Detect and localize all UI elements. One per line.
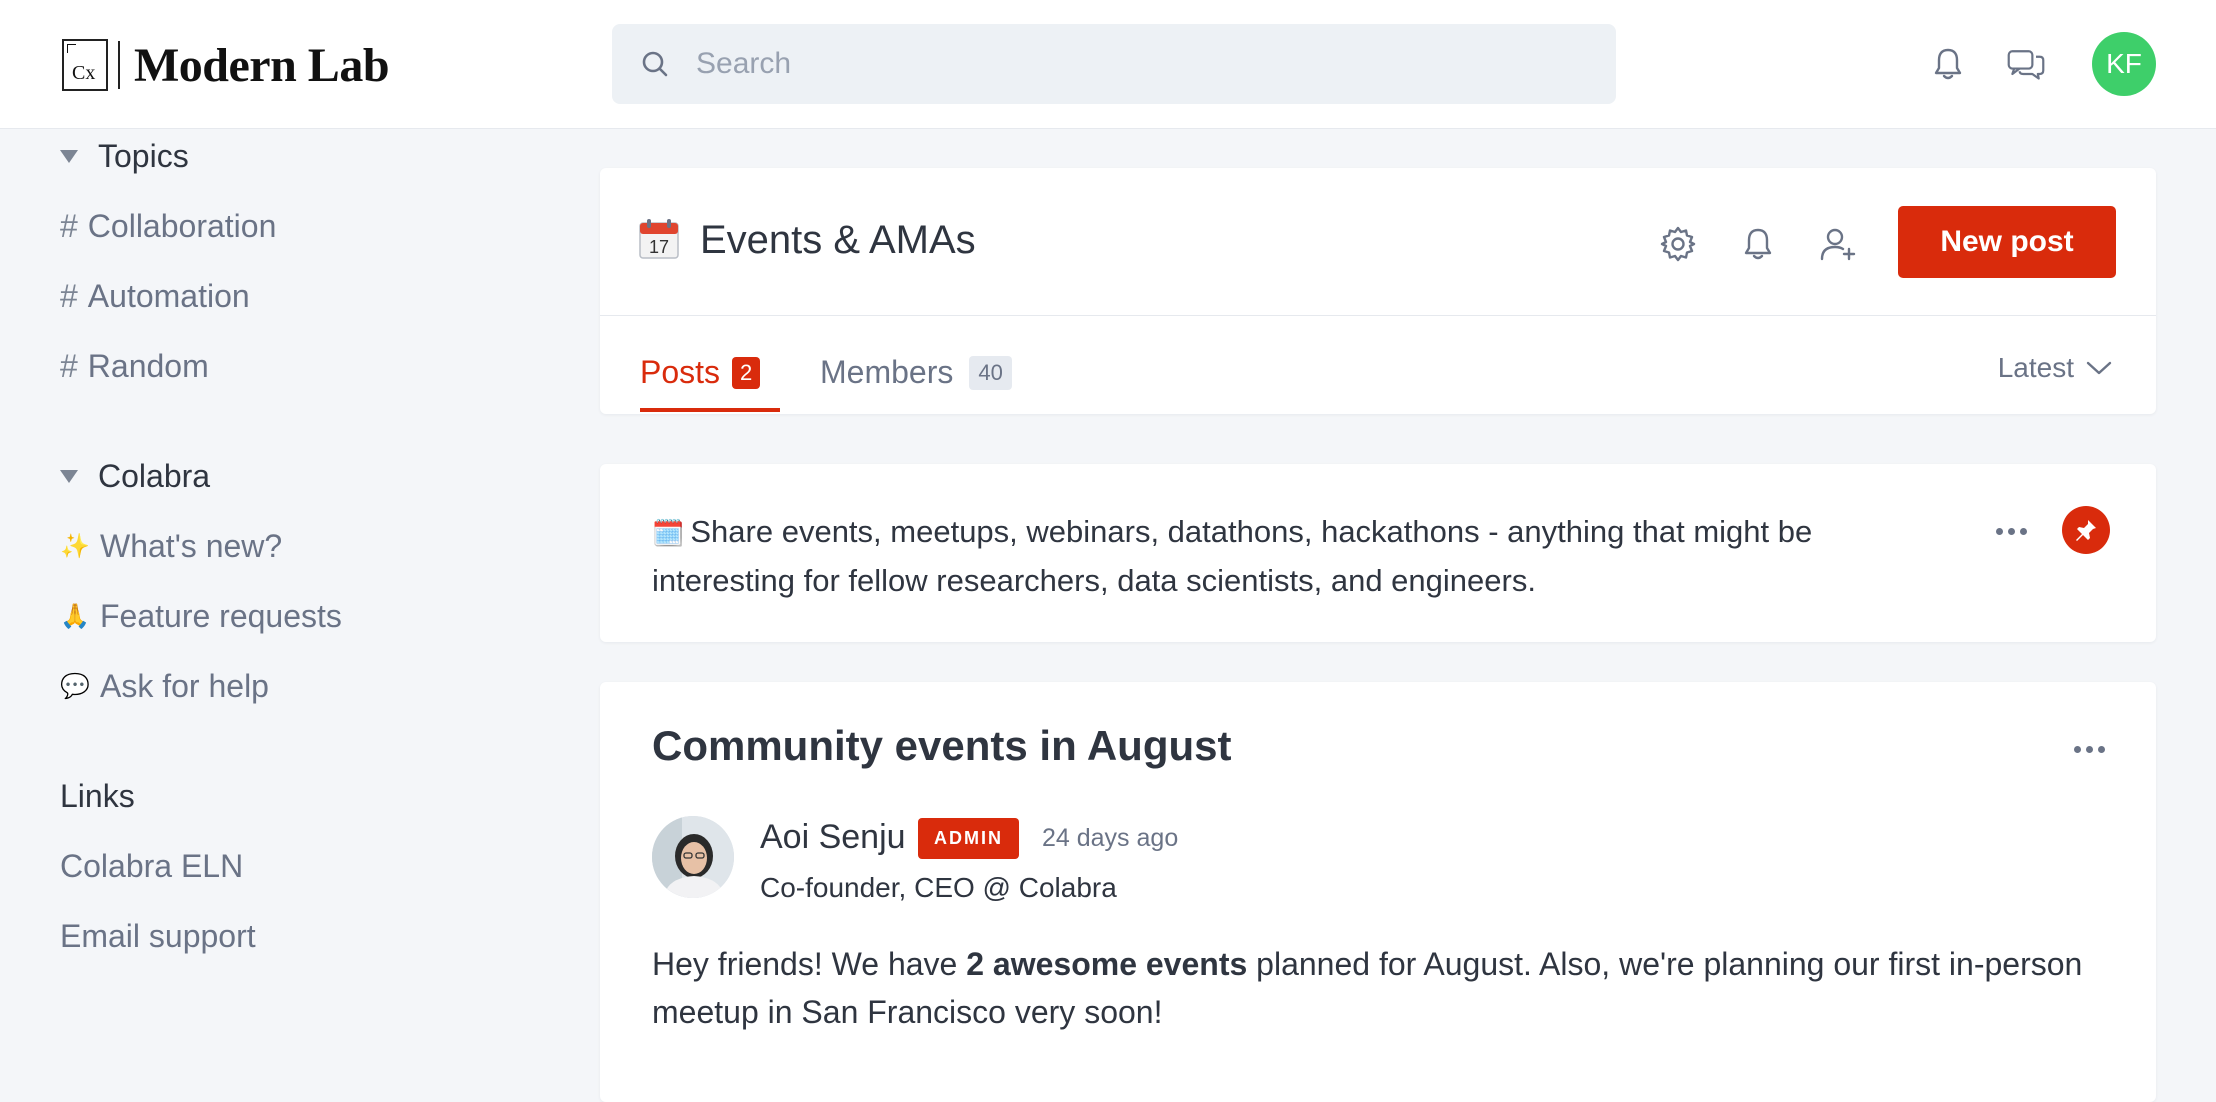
sidebar-section-topics[interactable]: Topics — [60, 138, 189, 175]
search-icon — [642, 51, 668, 77]
praying-hands-icon: 🙏 — [60, 603, 90, 630]
sparkles-icon: ✨ — [60, 533, 90, 560]
section-heading: Colabra — [98, 458, 211, 494]
chat-bubbles-icon[interactable] — [2006, 44, 2046, 84]
sidebar-item-ask-for-help[interactable]: 💬 Ask for help — [60, 668, 269, 705]
pinned-description-card: 🗓️ Share events, meetups, webinars, datat… — [600, 464, 2156, 642]
author-name[interactable]: Aoi Senju — [760, 818, 906, 857]
logo-divider — [118, 41, 120, 89]
sidebar-item-feature-requests[interactable]: 🙏 Feature requests — [60, 598, 342, 635]
channel-title-bar: 17 Events & AMAs New post — [600, 168, 2156, 316]
logo-mark: Cx — [62, 39, 108, 91]
tab-label: Members — [820, 354, 954, 390]
top-header: Cx Modern Lab KF — [0, 0, 2216, 129]
admin-badge: ADMIN — [918, 818, 1019, 859]
notifications-bell-icon[interactable] — [1928, 44, 1968, 84]
channel-header-card: 17 Events & AMAs New post Posts 2 Member… — [600, 168, 2156, 414]
posts-count-badge: 2 — [732, 356, 761, 389]
sidebar-section-colabra[interactable]: Colabra — [60, 458, 210, 495]
more-options-icon[interactable] — [1996, 528, 2027, 535]
author-avatar[interactable] — [652, 816, 734, 898]
sidebar-item-label: Collaboration — [87, 208, 277, 244]
sidebar-item-automation[interactable]: # Automation — [60, 278, 250, 315]
post-more-options-icon[interactable] — [2074, 746, 2105, 753]
sidebar-item-label: Feature requests — [100, 598, 342, 634]
description-text: Share events, meetups, webinars, datatho… — [652, 514, 1813, 598]
collapse-triangle-icon — [60, 470, 78, 483]
sidebar-item-label: Random — [87, 348, 209, 384]
hash-icon: # — [60, 278, 78, 314]
svg-text:17: 17 — [649, 237, 669, 257]
channel-title: Events & AMAs — [700, 218, 976, 262]
post-body-emphasis: 2 awesome events — [966, 946, 1248, 982]
add-member-icon[interactable] — [1818, 224, 1858, 264]
sort-label: Latest — [1997, 352, 2074, 383]
new-post-button[interactable]: New post — [1898, 206, 2116, 278]
section-heading: Topics — [98, 138, 189, 174]
sidebar-item-random[interactable]: # Random — [60, 348, 209, 385]
sort-dropdown[interactable]: Latest — [1998, 352, 2112, 384]
tab-posts[interactable]: Posts 2 — [640, 354, 761, 391]
members-count-badge: 40 — [969, 355, 1012, 390]
sidebar-link-email-support[interactable]: Email support — [60, 918, 256, 955]
pin-icon[interactable] — [2062, 506, 2110, 554]
sidebar-item-label: Automation — [87, 278, 250, 314]
post-title[interactable]: Community events in August — [652, 722, 1232, 770]
sidebar-item-collaboration[interactable]: # Collaboration — [60, 208, 276, 245]
user-avatar[interactable]: KF — [2092, 32, 2156, 96]
post-timestamp: 24 days ago — [1042, 824, 1179, 852]
channel-description: 🗓️ Share events, meetups, webinars, datat… — [652, 508, 1952, 605]
search-bar[interactable] — [612, 24, 1616, 104]
hash-icon: # — [60, 348, 78, 384]
logo-text: Modern Lab — [134, 38, 390, 92]
logo[interactable]: Cx Modern Lab — [62, 38, 390, 92]
bell-icon[interactable] — [1738, 224, 1778, 264]
calendar-icon: 17 — [639, 219, 679, 259]
collapse-triangle-icon — [60, 150, 78, 163]
chevron-down-icon — [2086, 361, 2112, 375]
sidebar-item-label: Ask for help — [100, 668, 269, 704]
sidebar-item-whats-new[interactable]: ✨ What's new? — [60, 528, 282, 565]
spiral-calendar-icon: 🗓️ — [652, 518, 685, 548]
sidebar-section-links: Links — [60, 778, 135, 814]
speech-bubble-icon: 💬 — [60, 673, 90, 700]
sidebar-item-label: What's new? — [100, 528, 283, 564]
post-card: Community events in August Aoi Senju ADM… — [600, 682, 2156, 1102]
sidebar-link-colabra-eln[interactable]: Colabra ELN — [60, 848, 243, 885]
post-body: Hey friends! We have 2 awesome events pl… — [652, 946, 2083, 1030]
sidebar: Topics # Collaboration # Automation # Ra… — [0, 130, 560, 1078]
settings-gear-icon[interactable] — [1658, 224, 1698, 264]
tab-label: Posts — [640, 354, 721, 390]
author-role: Co-founder, CEO @ Colabra — [760, 872, 1117, 903]
tab-members[interactable]: Members 40 — [820, 354, 1012, 391]
search-input[interactable] — [696, 47, 1576, 81]
hash-icon: # — [60, 208, 78, 244]
active-tab-indicator — [640, 408, 780, 412]
